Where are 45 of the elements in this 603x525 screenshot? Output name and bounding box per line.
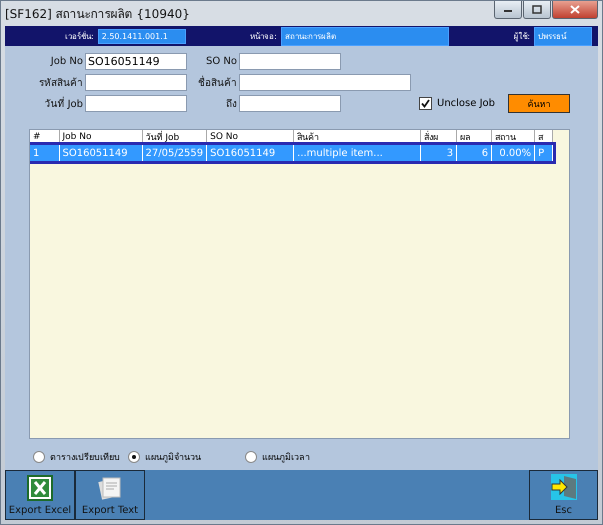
info-label: ผู้ใช้:	[513, 30, 530, 42]
field-label: ถึง	[225, 98, 238, 111]
field-label: ชื่อสินค้า	[189, 75, 239, 90]
footer-button[interactable]: Export Text	[75, 470, 145, 520]
info-label: เวอร์ชั่น:	[65, 30, 94, 42]
close-button[interactable]	[552, 1, 598, 19]
maximize-button[interactable]	[523, 1, 551, 19]
radio-option[interactable]: แผนภูมิเวลา	[245, 450, 310, 464]
exit-door-icon	[550, 473, 578, 501]
maximize-icon	[532, 5, 542, 14]
minimize-button[interactable]	[494, 1, 522, 19]
info-label: หน้าจอ:	[250, 30, 277, 42]
input-field[interactable]	[85, 74, 187, 91]
field-label: รหัสสินค้า	[38, 76, 84, 90]
field-label: Job No	[49, 56, 84, 67]
input-field[interactable]: SO16051149	[85, 53, 187, 70]
table-cell: ...multiple item...	[294, 144, 421, 161]
input-field[interactable]	[239, 53, 341, 70]
checkbox[interactable]	[419, 97, 432, 110]
info-value: 2.50.1411.001.1	[98, 28, 186, 44]
info-value: ปพรรธน์	[534, 26, 592, 46]
field-label: SO No	[205, 56, 238, 67]
input-field[interactable]	[239, 74, 411, 91]
input-field[interactable]	[85, 95, 187, 112]
field-label: วันที่ Job	[5, 96, 85, 111]
search-button[interactable]: ค้นหา	[508, 94, 570, 113]
table-cell: SO16051149	[206, 144, 294, 161]
document-icon	[97, 475, 123, 501]
table-cell: 0.00%	[492, 144, 535, 161]
spreadsheet-icon	[27, 475, 53, 501]
table-cell: 6	[456, 144, 492, 161]
table-cell: SO16051149	[59, 144, 142, 161]
table-cell: 3	[420, 144, 457, 161]
input-field[interactable]	[239, 95, 341, 112]
table-cell: 1	[30, 144, 59, 161]
info-value: สถานะการผลิต	[280, 26, 449, 46]
footer-button[interactable]: Esc	[529, 470, 598, 520]
radio-option[interactable]: แผนภูมิจำนวน	[128, 450, 201, 464]
table-cell: 27/05/2559	[142, 144, 207, 161]
table-cell: P	[534, 144, 553, 161]
close-icon	[570, 5, 580, 14]
radio-option[interactable]: ตารางเปรียบเทียบ	[33, 450, 120, 464]
footer-button[interactable]: Export Excel	[5, 470, 75, 520]
window-title: [SF162] สถานะการผลิต {10940}	[5, 6, 190, 22]
checkbox-label: Unclose Job	[437, 98, 496, 109]
